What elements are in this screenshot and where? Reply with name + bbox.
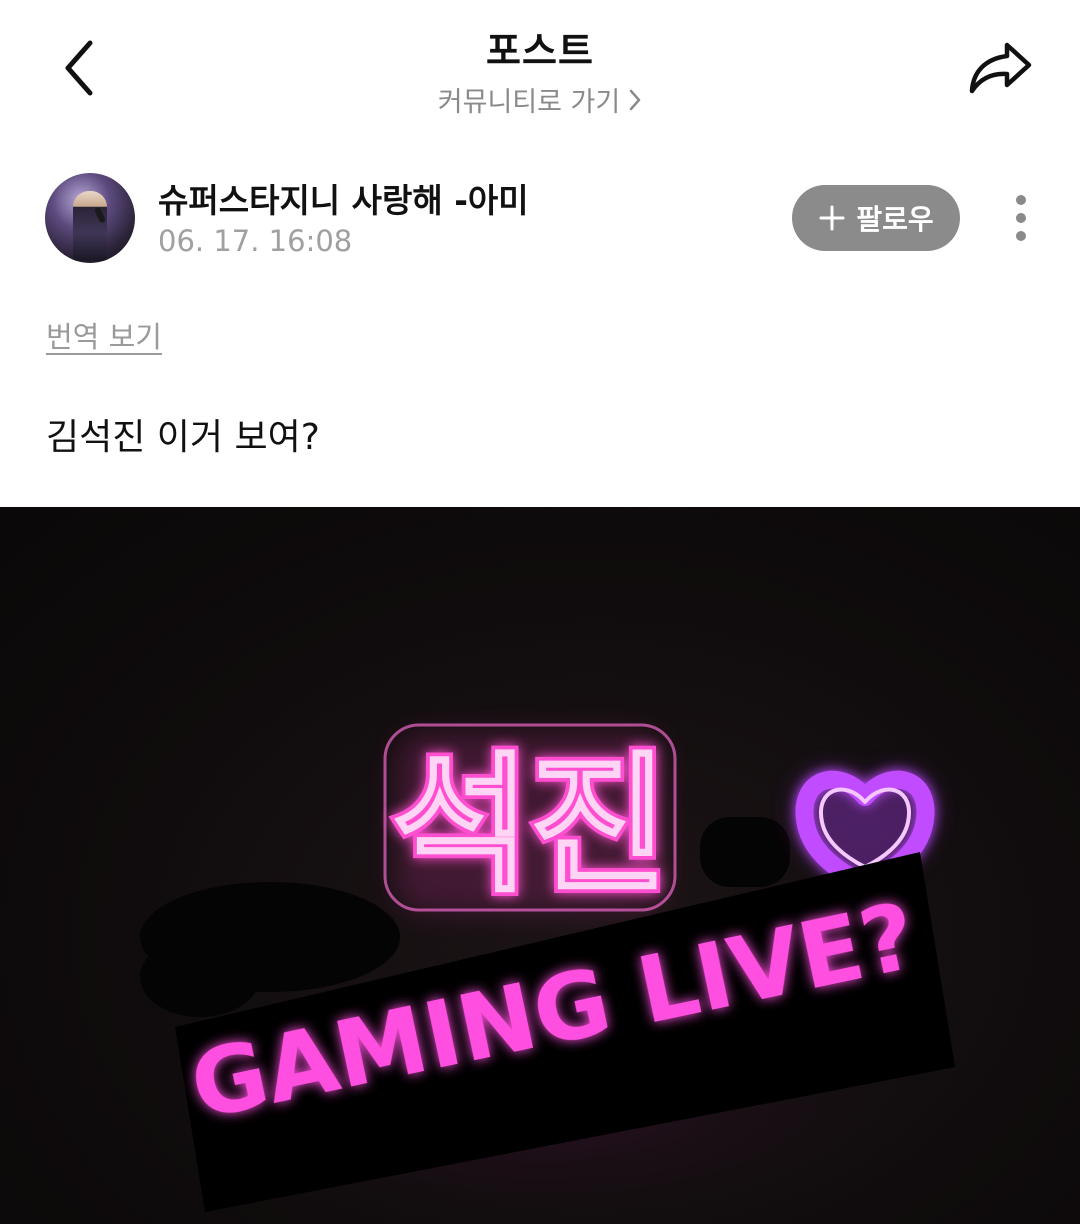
follow-label: 팔로우 xyxy=(856,203,934,236)
more-options-button[interactable] xyxy=(996,184,1046,252)
translate-link[interactable]: 번역 보기 xyxy=(46,314,162,356)
share-arrow-icon xyxy=(969,42,1032,94)
follow-button[interactable]: 팔로우 xyxy=(792,185,960,251)
avatar[interactable] xyxy=(45,173,135,263)
plus-icon xyxy=(818,204,846,232)
back-button[interactable] xyxy=(50,36,110,100)
author-name[interactable]: 슈퍼스타지니 사랑해 -아미 xyxy=(158,174,529,222)
more-vertical-icon xyxy=(1016,195,1026,205)
share-button[interactable] xyxy=(962,36,1038,100)
chevron-right-icon xyxy=(628,88,642,112)
post-image-graphic: 석진 석진 GAMING LIVE? xyxy=(120,723,960,1224)
post-image[interactable]: 석진 석진 GAMING LIVE? xyxy=(0,507,1080,1224)
page-title: 포스트 xyxy=(486,29,594,73)
community-link-label: 커뮤니티로 가기 xyxy=(437,87,621,118)
post-text: 김석진 이거 보여? xyxy=(46,417,320,458)
top-bar: 포스트 커뮤니티로 가기 xyxy=(0,0,1080,140)
chevron-left-icon xyxy=(65,40,93,96)
post-timestamp: 06. 17. 16:08 xyxy=(158,224,353,258)
svg-text:석진: 석진 xyxy=(392,739,668,913)
community-link[interactable]: 커뮤니티로 가기 xyxy=(340,80,740,119)
author-row: 슈퍼스타지니 사랑해 -아미 06. 17. 16:08 팔로우 xyxy=(0,168,1080,268)
